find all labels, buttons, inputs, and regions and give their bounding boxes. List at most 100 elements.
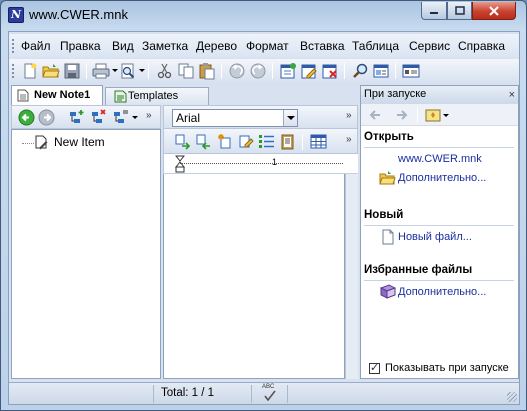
toolbar-overflow-icon[interactable]: » [146, 110, 152, 121]
indent-marker-icon[interactable] [175, 155, 185, 173]
toolbar-separator [302, 134, 303, 150]
insert-symbol-icon[interactable] [216, 133, 233, 150]
tree-toolbar: » [11, 105, 161, 129]
task-panel-close-button[interactable]: × [509, 87, 515, 104]
window-title: www.CWER.mnk [29, 7, 128, 22]
ruler-ticks [178, 163, 343, 164]
recent-file-link[interactable]: www.CWER.mnk [398, 153, 482, 165]
app-icon[interactable]: N [8, 7, 24, 23]
tab-label: Templates [128, 90, 179, 102]
show-on-startup-label[interactable]: Показывать при запуске [385, 362, 509, 374]
toolbar-separator [148, 63, 149, 79]
forward-arrow-icon[interactable] [395, 108, 409, 122]
menu-help[interactable]: Справка [458, 39, 505, 53]
new-file-link[interactable]: Новый файл... [398, 231, 472, 243]
menu-note[interactable]: Заметка [142, 39, 188, 53]
task-panel-nav [361, 104, 518, 126]
open-folder-icon[interactable] [42, 62, 60, 80]
menu-file[interactable]: Файл [21, 39, 51, 53]
title-bar[interactable]: N www.CWER.mnk [1, 1, 526, 29]
find-icon[interactable] [351, 62, 369, 80]
tab-label: New Note1 [34, 89, 91, 101]
tree-panel[interactable]: New Item [11, 129, 161, 379]
redo-icon[interactable] [249, 62, 267, 80]
toolbar-overflow-icon[interactable]: » [346, 134, 352, 145]
home-panel-icon[interactable] [425, 107, 441, 123]
paste-icon[interactable] [198, 62, 216, 80]
menu-view[interactable]: Вид [112, 39, 134, 53]
indent-left-icon[interactable] [195, 133, 212, 150]
menubar-grip[interactable] [12, 39, 15, 53]
new-note-icon[interactable] [279, 62, 297, 80]
font-name-select[interactable]: Arial [172, 109, 298, 127]
menu-format[interactable]: Формат [246, 39, 289, 53]
panel-switch-dropdown-arrow[interactable] [443, 114, 449, 117]
editor-area: Arial » » 1 [163, 105, 358, 379]
new-file-icon[interactable] [21, 62, 39, 80]
tab-templates[interactable]: Templates [105, 87, 209, 105]
delete-note-icon[interactable] [321, 62, 339, 80]
open-more-link[interactable]: Дополнительно... [398, 172, 486, 184]
template-icon [114, 90, 127, 103]
editor-vertical-scrollbar[interactable] [345, 174, 358, 379]
tab-new-note1[interactable]: New Note1 [11, 85, 103, 105]
task-panel: При запуске × Открыть www.CWER.mnk Допол… [360, 85, 519, 379]
toolbar-separator [344, 63, 345, 79]
section-divider [364, 280, 514, 281]
toolbar-separator [395, 63, 396, 79]
note-properties-icon[interactable] [372, 62, 390, 80]
copy-icon[interactable] [177, 62, 195, 80]
add-item-icon[interactable] [68, 109, 85, 126]
delete-item-icon[interactable] [90, 109, 107, 126]
forward-arrow-icon[interactable] [38, 109, 55, 126]
edit-note-icon[interactable] [300, 62, 318, 80]
show-on-startup-checkbox[interactable] [369, 361, 380, 374]
menu-table[interactable]: Таблица [352, 39, 399, 53]
maximize-icon [454, 6, 465, 15]
back-arrow-icon[interactable] [368, 108, 382, 122]
menu-insert[interactable]: Вставка [300, 39, 345, 53]
minimize-icon [430, 12, 438, 14]
note-tabs: New Note1 Templates [9, 85, 356, 105]
task-panel-header: При запуске × [361, 86, 518, 104]
minimize-button[interactable] [421, 2, 447, 20]
font-name-value: Arial [176, 111, 201, 125]
indent-right-icon[interactable] [174, 133, 191, 150]
tree-item-label: New Item [54, 135, 105, 149]
font-select-dropdown-arrow[interactable] [283, 110, 297, 126]
section-favorites-title: Избранные файлы [364, 264, 473, 276]
status-bar: Total: 1 / 1 ABC [9, 382, 519, 404]
toolbar-grip[interactable] [12, 64, 15, 78]
undo-icon[interactable] [228, 62, 246, 80]
preview-dropdown-arrow[interactable] [139, 69, 145, 72]
resize-grip[interactable] [507, 392, 517, 402]
print-icon[interactable] [92, 62, 110, 80]
note-editor[interactable] [163, 174, 345, 379]
close-button[interactable] [472, 2, 516, 20]
clipboard-icon[interactable] [279, 133, 296, 150]
print-preview-icon[interactable] [119, 62, 137, 80]
favorites-more-link[interactable]: Дополнительно... [398, 286, 486, 298]
back-arrow-icon[interactable] [18, 109, 35, 126]
toolbar-separator [221, 63, 222, 79]
tree-options-icon[interactable] [112, 109, 129, 126]
menu-tools[interactable]: Сервис [409, 39, 450, 53]
cut-icon[interactable] [156, 62, 174, 80]
maximize-button[interactable] [447, 2, 472, 20]
task-pane-icon[interactable] [402, 62, 420, 80]
new-file-icon [382, 229, 394, 245]
ruler[interactable]: 1 [163, 154, 358, 174]
save-icon[interactable] [63, 62, 81, 80]
print-dropdown-arrow[interactable] [112, 69, 118, 72]
status-cell-total [154, 385, 252, 403]
status-cell-left [9, 385, 154, 403]
menu-edit[interactable]: Правка [60, 39, 101, 53]
bullet-list-icon[interactable] [258, 133, 275, 150]
highlight-icon[interactable] [237, 133, 254, 150]
menu-tree[interactable]: Дерево [196, 39, 237, 53]
open-folder-icon [379, 171, 396, 185]
toolbar-overflow-icon[interactable]: » [346, 110, 352, 121]
insert-table-icon[interactable] [310, 133, 327, 150]
tree-options-dropdown-arrow[interactable] [132, 116, 138, 119]
toolbar-separator [272, 63, 273, 79]
